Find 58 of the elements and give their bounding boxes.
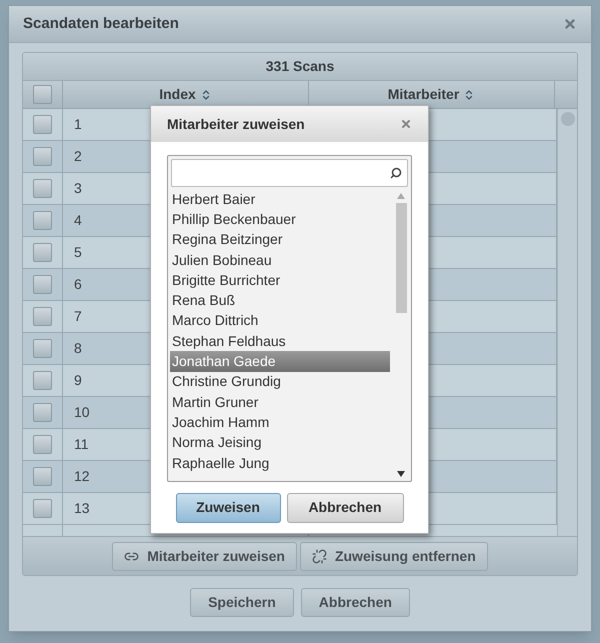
checkbox[interactable] — [33, 85, 52, 104]
table-cell-text: 1 — [74, 115, 82, 134]
table-cell-text: 5 — [74, 243, 82, 262]
assign-button[interactable]: Mitarbeiter zuweisen — [112, 542, 297, 570]
close-icon[interactable] — [400, 118, 412, 130]
table-cell-text: 4 — [74, 211, 82, 230]
checkbox[interactable] — [33, 371, 52, 390]
list-item[interactable]: Phillip Beckenbauer — [170, 209, 390, 230]
checkbox[interactable] — [33, 275, 52, 294]
checkbox[interactable] — [33, 243, 52, 262]
table-cell-text: 6 — [74, 275, 82, 294]
list-item[interactable]: Herbert Baier — [170, 189, 390, 210]
cancel-button[interactable]: Abbrechen — [300, 588, 410, 617]
checkbox[interactable] — [33, 211, 52, 230]
search-icon — [390, 167, 402, 179]
list-item[interactable]: Jonathan Gaede — [170, 351, 390, 372]
table-cell-text: 13 — [74, 499, 90, 518]
assign-button[interactable]: Zuweisen — [176, 492, 280, 522]
table-cell-text: 10 — [74, 403, 90, 422]
checkbox[interactable] — [33, 307, 52, 326]
list-item[interactable]: Brigitte Burrichter — [170, 270, 390, 290]
list-item[interactable]: Joachim Hamm — [170, 412, 390, 433]
list-item[interactable]: Regina Beitzinger — [170, 230, 390, 250]
checkbox[interactable] — [33, 147, 52, 166]
list-item[interactable]: Stephan Feldhaus — [170, 331, 390, 352]
dialog-title: Mitarbeiter zuweisen — [167, 114, 305, 134]
list-item[interactable]: Christine Grundig — [170, 372, 390, 392]
table-cell-text: 3 — [74, 179, 82, 198]
checkbox[interactable] — [33, 115, 52, 134]
list-item[interactable]: Julien Bobineau — [170, 250, 390, 270]
close-icon[interactable] — [563, 17, 577, 31]
list-item[interactable]: Raphaelle Jung — [170, 452, 390, 474]
scroll-up-icon[interactable] — [397, 193, 405, 199]
checkbox[interactable] — [33, 179, 52, 198]
window-title: Scandaten bearbeiten — [23, 14, 179, 34]
broken-link-icon — [312, 548, 327, 564]
checkbox[interactable] — [33, 339, 52, 358]
list-item[interactable]: Rena Buß — [170, 290, 390, 311]
list-item[interactable]: Marco Dittrich — [170, 310, 390, 332]
search-field[interactable] — [171, 159, 408, 187]
table-caption: 331 Scans — [266, 57, 334, 76]
cancel-button[interactable]: Abbrechen — [286, 492, 404, 522]
table-cell-text: 11 — [74, 435, 89, 454]
checkbox[interactable] — [33, 499, 52, 518]
scrollbar[interactable] — [557, 109, 577, 536]
table-cell-text: 2 — [74, 147, 82, 166]
scroll-down-icon[interactable] — [397, 471, 405, 477]
checkbox[interactable] — [33, 467, 52, 486]
table-cell-text: 9 — [74, 371, 82, 390]
list-item[interactable]: Martin Gruner — [170, 392, 390, 412]
checkbox[interactable] — [33, 403, 52, 422]
save-button[interactable]: Speichern — [190, 588, 294, 617]
checkbox[interactable] — [33, 435, 52, 454]
table-cell-text: 7 — [74, 307, 82, 326]
table-cell-text: 8 — [74, 339, 82, 358]
list-item[interactable]: Norma Jeising — [170, 432, 390, 453]
remove-assignment-button[interactable]: Zuweisung entfernen — [300, 542, 488, 570]
table-cell-text: 12 — [74, 467, 90, 486]
